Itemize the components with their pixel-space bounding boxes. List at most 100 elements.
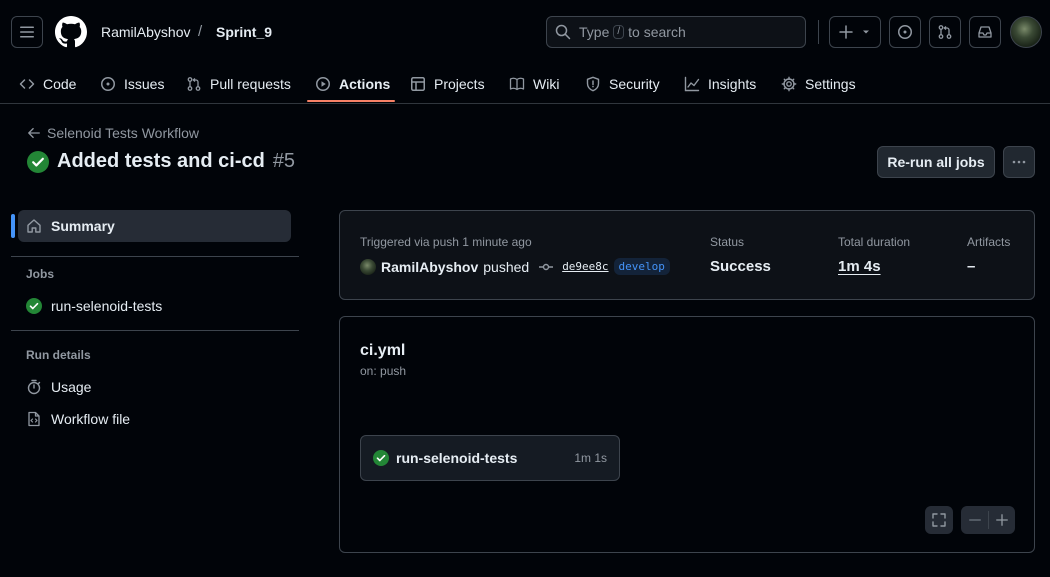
plus-icon bbox=[996, 514, 1008, 526]
sidebar-divider bbox=[11, 256, 299, 257]
search-icon bbox=[555, 24, 571, 40]
check-circle-fill-icon bbox=[27, 150, 49, 173]
tab-issues[interactable]: Issues bbox=[100, 64, 164, 103]
breadcrumb-repo-link[interactable]: Sprint_9 bbox=[216, 24, 272, 40]
tab-issues-label: Issues bbox=[124, 75, 165, 92]
table-icon bbox=[411, 76, 425, 91]
job-duration: 1m 1s bbox=[574, 451, 607, 465]
inbox-icon bbox=[978, 26, 992, 38]
sidebar-jobs-heading: Jobs bbox=[26, 267, 55, 281]
sidebar-job-label: run-selenoid-tests bbox=[51, 298, 163, 314]
screen-full-icon bbox=[932, 513, 946, 527]
open-menu-button[interactable] bbox=[11, 16, 43, 48]
triangle-down-icon bbox=[863, 30, 869, 34]
workflow-graph-panel: ci.yml on: push run-selenoid-tests 1m 1s bbox=[339, 316, 1035, 553]
dash-icon bbox=[968, 519, 981, 521]
duration-label: Total duration bbox=[838, 235, 911, 249]
github-logo-icon[interactable] bbox=[55, 16, 87, 48]
sidebar-workflow-file-label: Workflow file bbox=[51, 411, 131, 427]
sidebar-run-details-heading: Run details bbox=[26, 348, 91, 362]
git-pull-request-icon bbox=[938, 25, 952, 39]
search-placeholder: Type / to search bbox=[579, 24, 686, 40]
inbox-button[interactable] bbox=[969, 16, 1001, 48]
artifacts-value: – bbox=[967, 258, 976, 275]
plus-icon bbox=[839, 25, 853, 39]
file-code-icon bbox=[28, 411, 40, 427]
book-icon bbox=[509, 77, 525, 90]
tab-insights-label: Insights bbox=[708, 75, 757, 92]
artifacts-label: Artifacts bbox=[967, 235, 1011, 249]
git-pull-request-icon bbox=[187, 76, 201, 91]
user-avatar[interactable] bbox=[1010, 16, 1042, 48]
tab-insights[interactable]: Insights bbox=[684, 64, 756, 103]
tab-security[interactable]: Security bbox=[585, 64, 660, 103]
graph-icon bbox=[684, 76, 700, 91]
kebab-horizontal-icon bbox=[1012, 160, 1026, 164]
sidebar-active-marker bbox=[11, 214, 15, 238]
fullscreen-button[interactable] bbox=[925, 506, 953, 534]
stopwatch-icon bbox=[27, 379, 41, 395]
search-shortcut-key: / bbox=[613, 25, 625, 39]
duration-value-link[interactable]: 1m 4s bbox=[838, 258, 881, 275]
job-name: run-selenoid-tests bbox=[396, 450, 518, 466]
shield-icon bbox=[586, 76, 600, 91]
more-options-button[interactable] bbox=[1003, 146, 1035, 178]
actor-avatar[interactable] bbox=[360, 258, 376, 275]
hamburger-icon bbox=[20, 26, 34, 38]
commit-sha-link[interactable]: de9ee8c bbox=[562, 260, 608, 273]
search-placeholder-suffix: to search bbox=[628, 24, 686, 40]
search-placeholder-prefix: Type bbox=[579, 24, 610, 40]
tab-projects[interactable]: Projects bbox=[410, 64, 485, 103]
workflow-trigger: on: push bbox=[360, 364, 407, 378]
sidebar-item-workflow-file[interactable]: Workflow file bbox=[26, 411, 130, 427]
home-icon bbox=[27, 219, 41, 233]
page-title: Added tests and ci-cd #5 bbox=[27, 150, 295, 173]
global-header: RamilAbyshov / Sprint_9 Type / to search bbox=[0, 0, 1050, 104]
tab-wiki[interactable]: Wiki bbox=[509, 64, 559, 103]
issue-opened-icon bbox=[101, 76, 115, 91]
active-tab-indicator bbox=[307, 100, 395, 102]
code-icon bbox=[19, 78, 35, 89]
tab-pull-requests-label: Pull requests bbox=[210, 75, 291, 92]
back-to-workflow-link[interactable]: Selenoid Tests Workflow bbox=[27, 125, 199, 141]
tab-actions-label: Actions bbox=[339, 75, 391, 92]
breadcrumb-separator: / bbox=[198, 23, 203, 40]
check-circle-fill-icon bbox=[373, 450, 389, 466]
header-divider bbox=[818, 20, 819, 44]
repo-nav-tabs: Code Issues Pull requests Actions Projec… bbox=[0, 64, 1050, 104]
tab-pull-requests[interactable]: Pull requests bbox=[186, 64, 291, 103]
issues-button[interactable] bbox=[889, 16, 921, 48]
tab-projects-label: Projects bbox=[434, 75, 485, 92]
create-new-button[interactable] bbox=[829, 16, 881, 48]
tab-wiki-label: Wiki bbox=[533, 75, 560, 92]
sidebar-job-run-selenoid-tests[interactable]: run-selenoid-tests bbox=[26, 298, 162, 314]
trigger-action: pushed bbox=[483, 258, 530, 275]
status-value: Success bbox=[710, 258, 771, 275]
job-card-run-selenoid-tests[interactable]: run-selenoid-tests 1m 1s bbox=[360, 435, 620, 481]
play-icon bbox=[316, 76, 330, 91]
branch-badge[interactable]: develop bbox=[613, 258, 670, 275]
pull-requests-button[interactable] bbox=[929, 16, 961, 48]
zoom-out-button[interactable] bbox=[961, 513, 988, 527]
zoom-controls bbox=[961, 506, 1015, 534]
sidebar-divider bbox=[11, 330, 299, 331]
status-label: Status bbox=[710, 235, 745, 249]
sidebar-item-usage[interactable]: Usage bbox=[26, 379, 91, 395]
breadcrumb-owner-link[interactable]: RamilAbyshov bbox=[101, 24, 190, 40]
rerun-all-jobs-button[interactable]: Re-run all jobs bbox=[877, 146, 995, 178]
tab-code[interactable]: Code bbox=[19, 64, 76, 103]
run-summary-panel: Triggered via push 1 minute ago RamilAby… bbox=[339, 210, 1035, 300]
sidebar-summary-label: Summary bbox=[51, 218, 115, 234]
sidebar-item-summary[interactable]: Summary bbox=[18, 210, 291, 242]
search-input[interactable]: Type / to search bbox=[546, 16, 806, 48]
zoom-in-button[interactable] bbox=[989, 513, 1015, 527]
tab-actions[interactable]: Actions bbox=[315, 64, 390, 103]
tab-settings-label: Settings bbox=[805, 75, 856, 92]
actor-link[interactable]: RamilAbyshov bbox=[381, 259, 478, 275]
tab-security-label: Security bbox=[609, 75, 660, 92]
workflow-file-name: ci.yml bbox=[360, 342, 406, 359]
gear-icon bbox=[781, 76, 797, 91]
tab-settings[interactable]: Settings bbox=[781, 64, 856, 103]
arrow-left-icon bbox=[28, 127, 40, 139]
sidebar-usage-label: Usage bbox=[51, 379, 92, 395]
